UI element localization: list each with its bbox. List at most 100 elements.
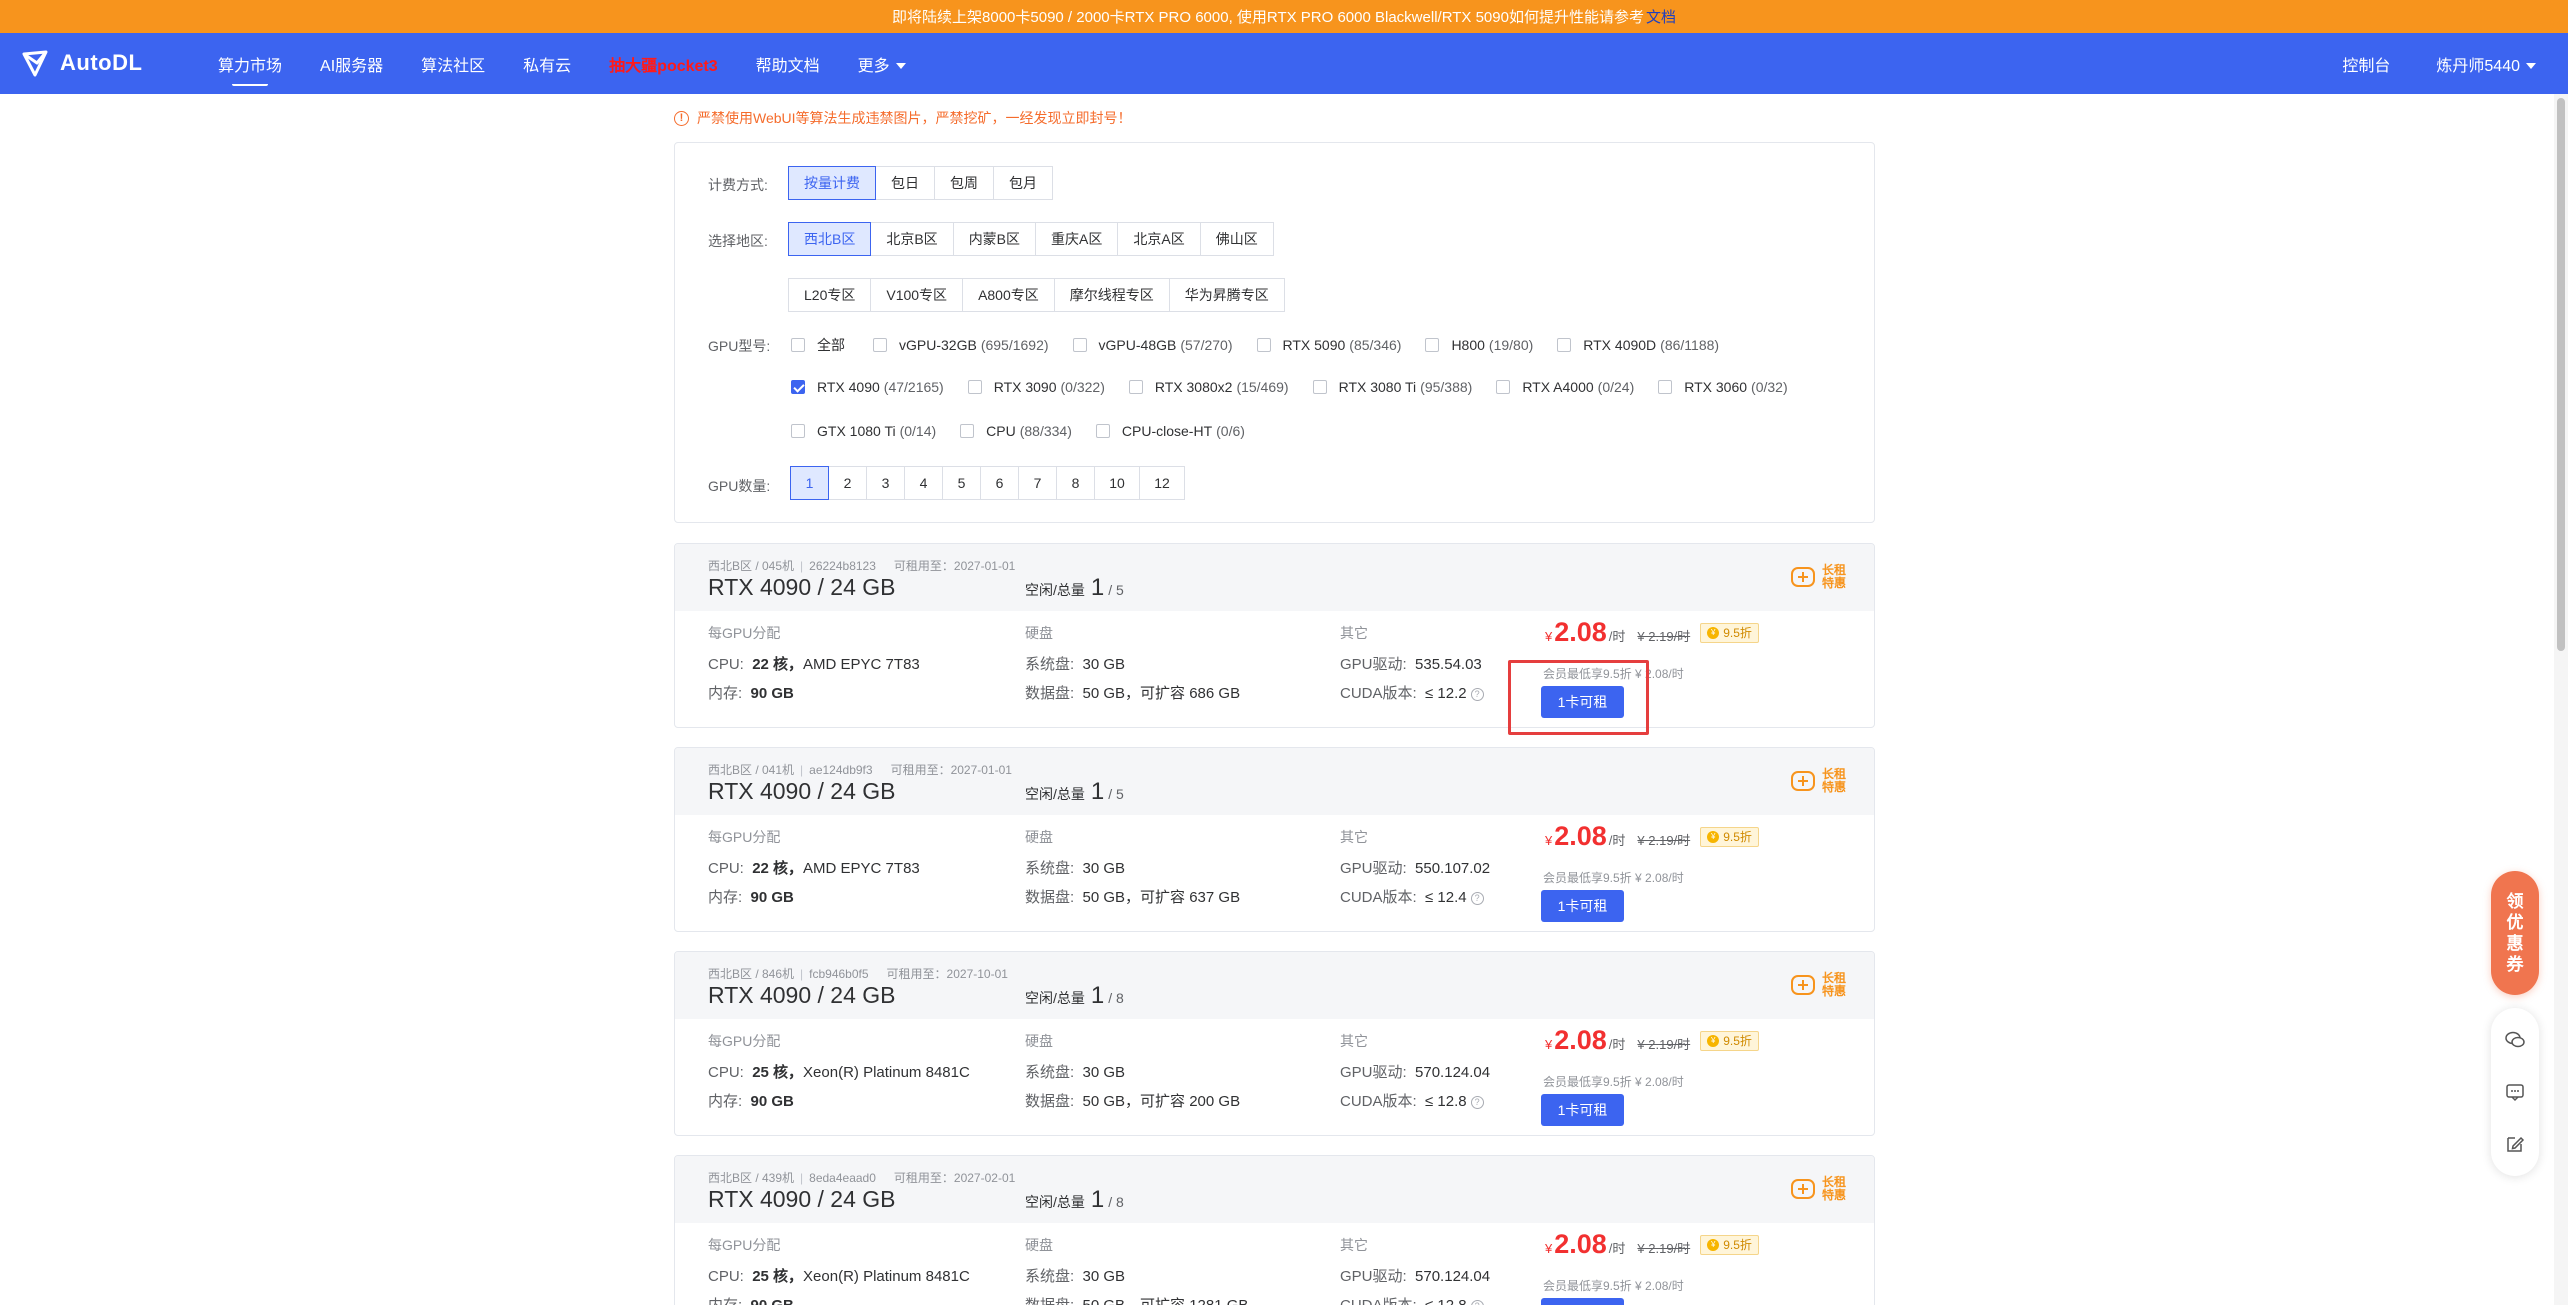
- region-huawei-ascend[interactable]: 华为昇腾专区: [1168, 278, 1285, 312]
- checkbox[interactable]: [791, 424, 805, 438]
- billing-weekly[interactable]: 包周: [934, 166, 994, 200]
- gpu-count-7[interactable]: 7: [1018, 466, 1057, 500]
- gpu-count-2[interactable]: 2: [828, 466, 867, 500]
- gpu-option[interactable]: H800 (19/80): [1425, 337, 1533, 353]
- gpu-option[interactable]: 全部: [791, 335, 849, 355]
- billing-pay-as-you-go[interactable]: 按量计费: [788, 166, 876, 200]
- currency: ¥: [1545, 1037, 1553, 1052]
- nav-compute-market[interactable]: 算力市场: [218, 52, 282, 86]
- checkbox[interactable]: [1095, 424, 1110, 438]
- region-foshan[interactable]: 佛山区: [1199, 222, 1274, 256]
- region-label: 选择地区:: [708, 233, 768, 249]
- console-link[interactable]: 控制台: [2342, 52, 2390, 76]
- gpu-option[interactable]: RTX 5090 (85/346): [1256, 337, 1401, 353]
- gpu-option[interactable]: RTX 3090 (0/322): [967, 379, 1105, 395]
- billing-daily[interactable]: 包日: [875, 166, 935, 200]
- checkbox[interactable]: [960, 424, 975, 438]
- nav-more-dropdown[interactable]: 更多: [858, 52, 906, 76]
- vip-price-note: 会员最低享9.5折 ¥ 2.08/时: [1543, 1075, 1684, 1089]
- gpu-option[interactable]: GTX 1080 Ti (0/14): [791, 423, 936, 439]
- gpu-option[interactable]: CPU (88/334): [960, 423, 1072, 439]
- region-northwest-b[interactable]: 西北B区: [788, 222, 872, 256]
- checkbox[interactable]: [1072, 338, 1087, 352]
- checkbox[interactable]: [873, 338, 887, 352]
- long-rent-badge[interactable]: 长租 特惠: [1790, 1176, 1848, 1202]
- gpu-option[interactable]: vGPU-32GB (695/1692): [873, 337, 1049, 353]
- checkbox[interactable]: [1658, 380, 1673, 394]
- announcement-doc-link[interactable]: 文档: [1646, 6, 1676, 27]
- gpu-count-1[interactable]: 1: [790, 466, 829, 500]
- discount-tag-icon: [1791, 975, 1815, 995]
- gpu-option-rtx4090-selected[interactable]: RTX 4090 (47/2165): [791, 379, 944, 395]
- nav-private-cloud[interactable]: 私有云: [523, 52, 571, 76]
- machine-card: 西北B区 / 045机 | 26224b8123 可租用至：2027-01-01 RT…: [674, 543, 1875, 728]
- gpu-count-label: GPU数量:: [708, 478, 771, 494]
- region-l20[interactable]: L20专区: [788, 278, 872, 312]
- region-v100[interactable]: V100专区: [870, 278, 964, 312]
- rent-button[interactable]: 1卡可租: [1541, 1094, 1624, 1126]
- gpu-count-4[interactable]: 4: [904, 466, 943, 500]
- machine-id: 26224b8123: [809, 559, 876, 573]
- idle-count: 1: [1090, 1186, 1105, 1213]
- nav-promo-pocket3[interactable]: 抽大疆pocket3: [609, 52, 717, 76]
- gpu-option[interactable]: RTX 3060 (0/32): [1658, 379, 1788, 395]
- user-menu[interactable]: 炼丹师5440: [2436, 52, 2536, 76]
- gpu-count-10[interactable]: 10: [1094, 466, 1140, 500]
- checkbox[interactable]: [1557, 338, 1572, 352]
- region-moore-threads[interactable]: 摩尔线程专区: [1053, 278, 1170, 312]
- checkbox-checked[interactable]: [791, 380, 805, 394]
- region-neimeng-b[interactable]: 内蒙B区: [952, 222, 1037, 256]
- region-beijing-b[interactable]: 北京B区: [870, 222, 954, 256]
- checkbox[interactable]: [791, 338, 805, 352]
- nav-help-docs[interactable]: 帮助文档: [756, 52, 820, 76]
- coupon-button[interactable]: 领 优 惠 券: [2491, 871, 2539, 995]
- rent-button[interactable]: 1卡可租: [1541, 1298, 1624, 1305]
- gpu-option[interactable]: RTX 3080 Ti (95/388): [1312, 379, 1472, 395]
- long-rent-badge[interactable]: 长租 特惠: [1790, 972, 1848, 998]
- region-chongqing-a[interactable]: 重庆A区: [1035, 222, 1119, 256]
- gpu-driver: GPU驱动: 550.107.02: [1340, 860, 1491, 877]
- system-disk: 系统盘: 30 GB: [1025, 656, 1126, 673]
- scrollbar-thumb[interactable]: [2557, 98, 2565, 651]
- announcement-text: 即将陆续上架8000卡5090 / 2000卡RTX PRO 6000, 使用R…: [892, 9, 1644, 26]
- idle-label: 空闲/总量: [1025, 582, 1085, 598]
- long-rent-badge[interactable]: 长租 特惠: [1790, 768, 1848, 794]
- gpu-option[interactable]: RTX 4090D (86/1188): [1557, 337, 1719, 353]
- nav-ai-server[interactable]: AI服务器: [320, 52, 383, 76]
- checkbox[interactable]: [1128, 380, 1143, 394]
- vip-price-note: 会员最低享9.5折 ¥ 2.08/时: [1543, 1279, 1684, 1293]
- region-beijing-a[interactable]: 北京A区: [1117, 222, 1201, 256]
- help-icon[interactable]: ?: [1470, 1299, 1484, 1305]
- page-scrollbar[interactable]: [2554, 94, 2568, 1305]
- cuda-version: CUDA版本: ≤ 12.8?: [1340, 1294, 1484, 1305]
- wechat-icon[interactable]: [2503, 1028, 2527, 1052]
- checkbox[interactable]: [1496, 380, 1511, 394]
- gpu-count-12[interactable]: 12: [1139, 466, 1185, 500]
- gpu-count-5[interactable]: 5: [942, 466, 981, 500]
- gpu-count-3[interactable]: 3: [866, 466, 905, 500]
- edit-icon[interactable]: [2503, 1132, 2527, 1156]
- checkbox[interactable]: [1256, 338, 1271, 352]
- gpu-option[interactable]: RTX A4000 (0/24): [1496, 379, 1634, 395]
- billing-monthly[interactable]: 包月: [993, 166, 1053, 200]
- checkbox[interactable]: [1425, 338, 1440, 352]
- gpu-count-6[interactable]: 6: [980, 466, 1019, 500]
- checkbox[interactable]: [1312, 380, 1327, 394]
- help-icon[interactable]: ?: [1470, 687, 1484, 701]
- message-icon[interactable]: [2503, 1080, 2527, 1104]
- machine-meta: 西北B区 / 041机 | ae124db9f3 可租用至：2027-01-01: [708, 763, 1012, 777]
- gpu-option[interactable]: CPU-close-HT (0/6): [1095, 423, 1245, 439]
- checkbox[interactable]: [967, 380, 982, 394]
- gpu-count-8[interactable]: 8: [1056, 466, 1095, 500]
- long-rent-badge[interactable]: 长租 特惠: [1790, 564, 1848, 590]
- machine-id: ae124db9f3: [809, 763, 873, 777]
- nav-algorithm-community[interactable]: 算法社区: [421, 52, 485, 76]
- rent-button[interactable]: 1卡可租: [1541, 890, 1624, 922]
- help-icon[interactable]: ?: [1470, 1095, 1484, 1109]
- region-a800[interactable]: A800专区: [962, 278, 1055, 312]
- gpu-option[interactable]: vGPU-48GB (57/270): [1072, 337, 1233, 353]
- help-icon[interactable]: ?: [1470, 891, 1484, 905]
- price-amount: 2.08: [1554, 1229, 1607, 1259]
- gpu-option[interactable]: RTX 3080x2 (15/469): [1128, 379, 1289, 395]
- logo[interactable]: AutoDL: [20, 48, 142, 78]
